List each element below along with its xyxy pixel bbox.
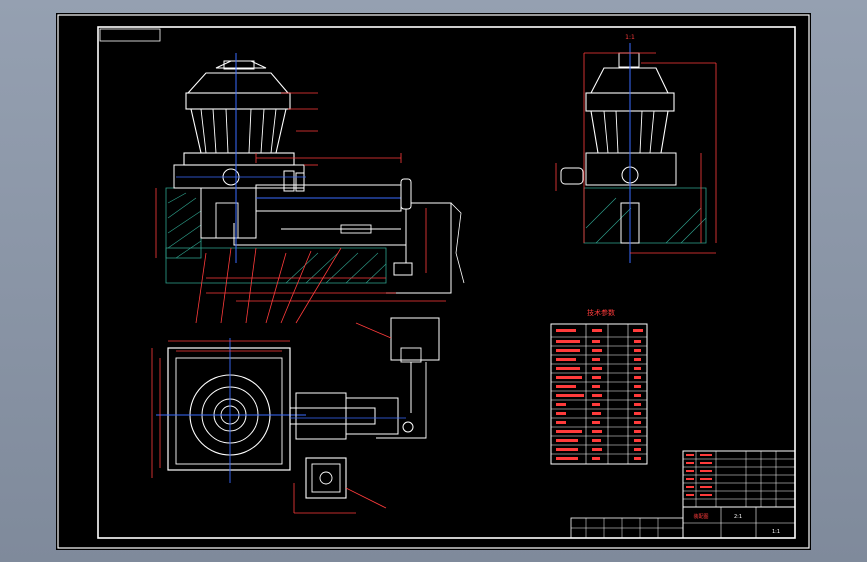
plan-view bbox=[151, 317, 440, 514]
parameters-table: 技术参数 bbox=[550, 308, 648, 465]
front-section-view bbox=[155, 53, 465, 324]
title-block-scale: 1:1 bbox=[772, 529, 780, 535]
title-block-caption: 装配图 bbox=[693, 513, 708, 520]
drawing-sheet: 1:1 技术参数 装配图 2:1 1:1 bbox=[56, 13, 811, 550]
side-view: 1:1 bbox=[555, 34, 717, 263]
table-heading: 技术参数 bbox=[587, 308, 615, 317]
outer-frame bbox=[57, 14, 810, 549]
inner-frame bbox=[97, 26, 796, 539]
corner-code-box bbox=[99, 28, 161, 42]
cad-viewport: 1:1 技术参数 装配图 2:1 1:1 bbox=[0, 0, 867, 562]
view-label: 1:1 bbox=[625, 34, 635, 41]
drawing-canvas: 1:1 技术参数 装配图 2:1 1:1 bbox=[57, 14, 810, 549]
title-block-drawing-no: 2:1 bbox=[734, 514, 742, 520]
